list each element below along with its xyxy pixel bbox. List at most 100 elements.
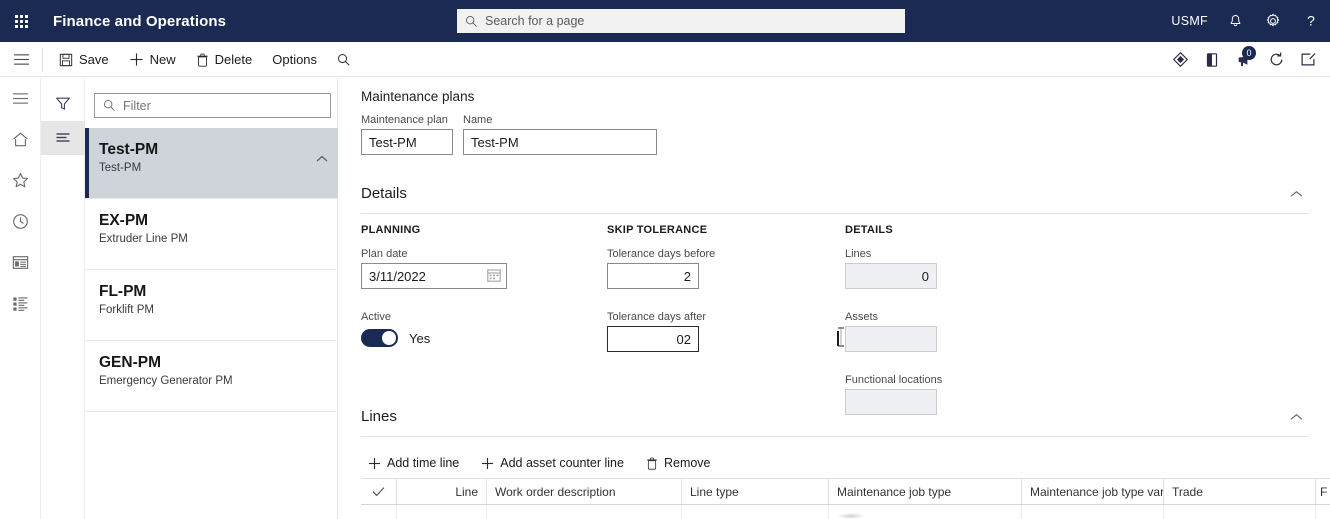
row-maintenance-job-type-cell[interactable] <box>829 505 1022 519</box>
row-select-cell[interactable] <box>361 505 397 519</box>
favorites-star-icon[interactable] <box>0 160 41 201</box>
plus-icon <box>481 457 494 470</box>
column-header-trade[interactable]: Trade <box>1164 479 1316 504</box>
tolerance-days-before-input[interactable]: 2 <box>607 263 699 289</box>
row-maintenance-job-type-variant-cell[interactable] <box>1022 505 1164 519</box>
records-list: Test-PM Test-PM EX-PM Extruder Line PM F… <box>85 128 338 412</box>
active-field-group: Active Yes <box>361 311 607 347</box>
bell-icon[interactable] <box>1216 0 1254 42</box>
new-button-label: New <box>149 52 176 67</box>
header-fields: Maintenance plan Test-PM Name Test-PM <box>361 114 667 155</box>
tolerance-days-after-field-group: Tolerance days after 02 <box>607 311 845 352</box>
list-item[interactable]: FL-PM Forklift PM <box>85 270 338 341</box>
calendar-icon[interactable] <box>487 268 501 287</box>
plan-date-input[interactable]: 3/11/2022 <box>361 263 507 289</box>
list-item-title: GEN-PM <box>99 354 161 371</box>
maintenance-plan-input[interactable]: Test-PM <box>361 129 453 155</box>
global-search-input[interactable]: Search for a page <box>457 9 905 33</box>
select-all-checkbox-column[interactable] <box>361 479 397 504</box>
global-search-placeholder: Search for a page <box>485 14 585 28</box>
topbar-right-group: USMF ? <box>1163 0 1330 42</box>
details-section-header[interactable]: Details <box>361 174 1309 214</box>
list-item[interactable]: EX-PM Extruder Line PM <box>85 199 338 270</box>
hamburger-menu-icon[interactable] <box>0 78 41 119</box>
add-time-line-label: Add time line <box>387 456 460 470</box>
svg-text:?: ? <box>1307 13 1315 29</box>
planning-group-heading: PLANNING <box>361 224 421 236</box>
lines-section: Lines <box>361 397 1309 437</box>
lines-grid-header: Line Work order description Line type Ma… <box>361 479 1330 505</box>
assets-label: Assets <box>845 311 879 323</box>
app-launcher-icon[interactable] <box>0 0 42 42</box>
name-input[interactable]: Test-PM <box>463 129 657 155</box>
new-button[interactable]: New <box>120 46 185 73</box>
row-trade-cell[interactable] <box>1164 505 1316 519</box>
lines-section-header[interactable]: Lines <box>361 397 1309 437</box>
workspaces-icon[interactable] <box>0 242 41 283</box>
column-header-maintenance-job-type[interactable]: Maintenance job type <box>829 479 1022 504</box>
notifications-megaphone-icon[interactable]: 0 <box>1228 44 1260 76</box>
hamburger-menu-icon[interactable] <box>0 42 42 77</box>
options-button-label: Options <box>272 52 318 67</box>
command-search-button[interactable] <box>328 46 366 73</box>
column-header-line[interactable]: Line <box>397 479 487 504</box>
column-header-work-order-description[interactable]: Work order description <box>487 479 682 504</box>
personalize-diamond-icon[interactable] <box>1164 44 1196 76</box>
tolerance-days-after-input[interactable]: 02 <box>607 326 699 352</box>
company-selector[interactable]: USMF <box>1163 14 1216 28</box>
list-item[interactable]: Test-PM Test-PM <box>85 128 338 199</box>
tolerance-days-before-field-group: Tolerance days before 2 <box>607 248 845 289</box>
details-section-title: Details <box>361 185 407 202</box>
add-time-line-button[interactable]: Add time line <box>361 450 466 476</box>
lines-count-label: Lines <box>845 248 872 260</box>
name-label: Name <box>463 114 493 126</box>
recent-clock-icon[interactable] <box>0 201 41 242</box>
question-mark-icon[interactable]: ? <box>1292 0 1330 42</box>
remove-line-label: Remove <box>663 456 711 470</box>
page-title: Maintenance plans <box>361 89 475 104</box>
row-line-cell[interactable] <box>397 505 487 519</box>
column-header-line-type[interactable]: Line type <box>682 479 829 504</box>
refresh-icon[interactable] <box>1260 44 1292 76</box>
table-row[interactable] <box>361 505 1330 519</box>
chevron-up-icon[interactable] <box>1290 408 1309 426</box>
records-list-panel: Filter Test-PM Test-PM EX-PM Extruder Li… <box>85 78 338 519</box>
save-button[interactable]: Save <box>50 46 118 73</box>
active-toggle[interactable] <box>361 329 398 347</box>
remove-line-button[interactable]: Remove <box>639 450 718 476</box>
lines-count-value: 0 <box>845 263 937 289</box>
action-pane: Save New Delete Options 0 <box>0 42 1330 77</box>
column-header-maintenance-job-type-variant[interactable]: Maintenance job type vari... <box>1022 479 1164 504</box>
main-content: Maintenance plans Maintenance plan Test-… <box>339 78 1330 519</box>
open-in-new-window-icon[interactable] <box>1292 44 1324 76</box>
add-asset-counter-line-label: Add asset counter line <box>500 456 624 470</box>
add-asset-counter-line-button[interactable]: Add asset counter line <box>474 450 631 476</box>
skip-tolerance-group-heading: SKIP TOLERANCE <box>607 224 708 236</box>
funnel-filter-icon[interactable] <box>41 87 85 121</box>
chevron-up-icon[interactable] <box>316 150 328 168</box>
lines-count-field-group: Lines 0 <box>845 248 1045 289</box>
row-f-cell[interactable] <box>1316 505 1330 519</box>
gear-icon[interactable] <box>1254 0 1292 42</box>
row-work-order-description-cell[interactable] <box>487 505 682 519</box>
trash-icon <box>646 457 658 470</box>
navigation-rail <box>0 78 41 519</box>
toggle-knob <box>382 331 396 345</box>
options-button[interactable]: Options <box>263 46 326 73</box>
list-item-subtitle: Test-PM <box>99 162 142 174</box>
chevron-up-icon[interactable] <box>1290 185 1309 203</box>
attachments-icon[interactable] <box>1196 44 1228 76</box>
row-line-type-cell[interactable] <box>682 505 829 519</box>
home-icon[interactable] <box>0 119 41 160</box>
list-item[interactable]: GEN-PM Emergency Generator PM <box>85 341 338 412</box>
list-item-subtitle: Emergency Generator PM <box>99 375 233 387</box>
tolerance-days-before-label: Tolerance days before <box>607 248 716 260</box>
column-header-f[interactable]: F <box>1316 479 1330 504</box>
delete-button[interactable]: Delete <box>187 46 262 73</box>
list-item-title: Test-PM <box>99 141 159 158</box>
list-filter-input[interactable]: Filter <box>94 93 331 118</box>
modules-list-icon[interactable] <box>0 283 41 324</box>
action-pane-right-icons: 0 <box>1164 42 1324 77</box>
plan-date-field-group: Plan date 3/11/2022 <box>361 248 607 289</box>
list-view-icon[interactable] <box>41 121 85 155</box>
